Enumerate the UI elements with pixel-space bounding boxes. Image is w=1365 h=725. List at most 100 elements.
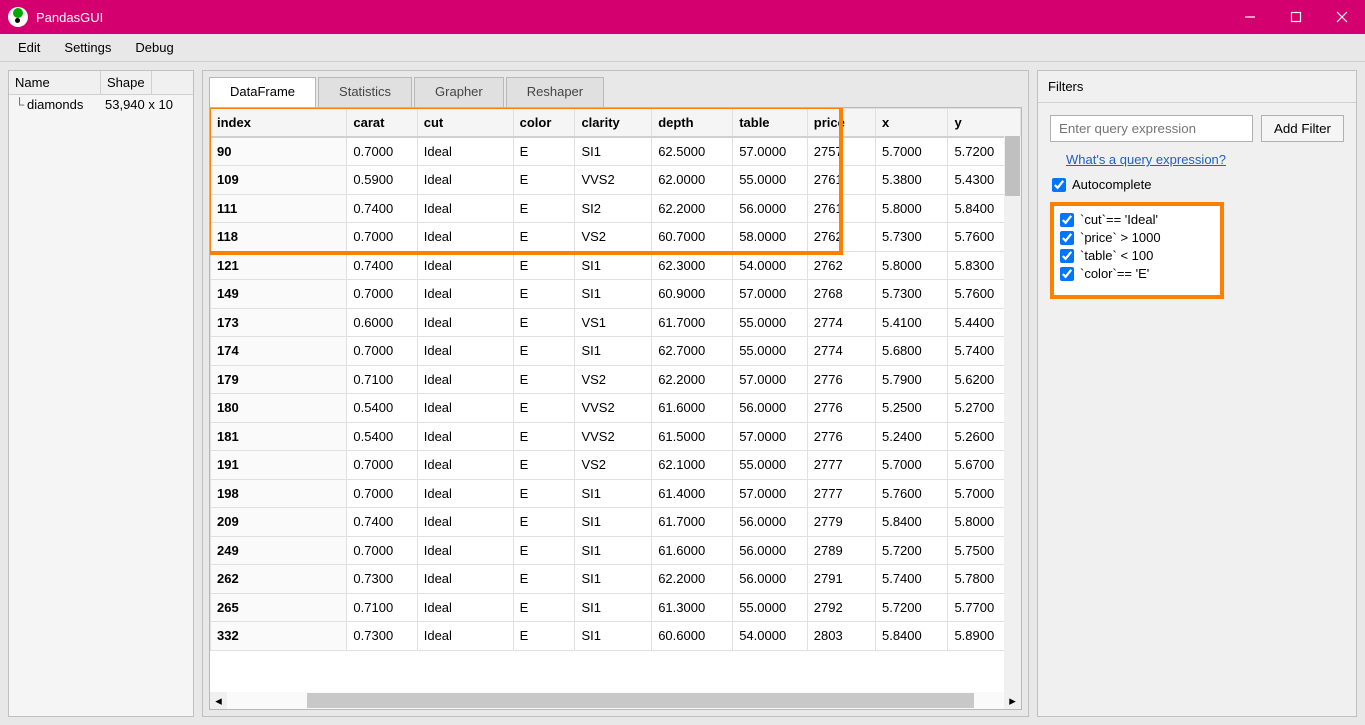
filter-checkbox[interactable] xyxy=(1060,267,1074,281)
cell[interactable]: 54.0000 xyxy=(733,622,808,651)
cell[interactable]: 5.7300 xyxy=(875,223,947,252)
cell[interactable]: E xyxy=(513,422,575,451)
cell[interactable]: 0.7300 xyxy=(347,622,417,651)
cell[interactable]: Ideal xyxy=(417,337,513,366)
cell[interactable]: 0.7300 xyxy=(347,565,417,594)
cell[interactable]: 2768 xyxy=(807,280,875,309)
cell[interactable]: 56.0000 xyxy=(733,565,808,594)
cell[interactable]: 0.7000 xyxy=(347,223,417,252)
cell[interactable]: 61.6000 xyxy=(652,394,733,423)
cell[interactable]: SI1 xyxy=(575,337,652,366)
column-header-color[interactable]: color xyxy=(513,109,575,138)
cell[interactable]: 55.0000 xyxy=(733,337,808,366)
cell[interactable]: 0.5400 xyxy=(347,422,417,451)
cell[interactable]: E xyxy=(513,280,575,309)
cell[interactable]: 2776 xyxy=(807,365,875,394)
add-filter-button[interactable]: Add Filter xyxy=(1261,115,1344,142)
cell[interactable]: E xyxy=(513,251,575,280)
cell[interactable]: 61.4000 xyxy=(652,479,733,508)
cell[interactable]: E xyxy=(513,565,575,594)
cell[interactable]: 54.0000 xyxy=(733,251,808,280)
cell[interactable]: SI2 xyxy=(575,194,652,223)
cell[interactable]: Ideal xyxy=(417,593,513,622)
cell[interactable]: E xyxy=(513,451,575,480)
cell[interactable]: 209 xyxy=(211,508,347,537)
cell[interactable]: Ideal xyxy=(417,365,513,394)
scroll-right-icon[interactable]: ▸ xyxy=(1004,692,1021,709)
menu-edit[interactable]: Edit xyxy=(6,36,52,59)
cell[interactable]: Ideal xyxy=(417,166,513,195)
cell[interactable]: 0.7100 xyxy=(347,365,417,394)
scroll-left-icon[interactable]: ◂ xyxy=(210,692,227,709)
cell[interactable]: SI1 xyxy=(575,536,652,565)
cell[interactable]: 179 xyxy=(211,365,347,394)
table-row[interactable]: 2620.7300IdealESI162.200056.000027915.74… xyxy=(211,565,1021,594)
autocomplete-toggle[interactable]: Autocomplete xyxy=(1050,177,1344,192)
cell[interactable]: 56.0000 xyxy=(733,394,808,423)
autocomplete-checkbox[interactable] xyxy=(1052,178,1066,192)
cell[interactable]: E xyxy=(513,223,575,252)
column-header-price[interactable]: price xyxy=(807,109,875,138)
cell[interactable]: 0.7000 xyxy=(347,536,417,565)
cell[interactable]: Ideal xyxy=(417,394,513,423)
cell[interactable]: 149 xyxy=(211,280,347,309)
cell[interactable]: 5.7400 xyxy=(875,565,947,594)
cell[interactable]: Ideal xyxy=(417,565,513,594)
cell[interactable]: 181 xyxy=(211,422,347,451)
cell[interactable]: 2777 xyxy=(807,451,875,480)
table-row[interactable]: 3320.7300IdealESI160.600054.000028035.84… xyxy=(211,622,1021,651)
cell[interactable]: 5.6800 xyxy=(875,337,947,366)
table-row[interactable]: 1800.5400IdealEVVS261.600056.000027765.2… xyxy=(211,394,1021,423)
cell[interactable]: 2789 xyxy=(807,536,875,565)
cell[interactable]: Ideal xyxy=(417,622,513,651)
cell[interactable]: 262 xyxy=(211,565,347,594)
cell[interactable]: 118 xyxy=(211,223,347,252)
table-row[interactable]: 2090.7400IdealESI161.700056.000027795.84… xyxy=(211,508,1021,537)
cell[interactable]: 57.0000 xyxy=(733,280,808,309)
datagrid-scroll[interactable]: indexcaratcutcolorclaritydepthtableprice… xyxy=(210,108,1021,692)
menu-settings[interactable]: Settings xyxy=(52,36,123,59)
cell[interactable]: 109 xyxy=(211,166,347,195)
cell[interactable]: 0.7400 xyxy=(347,194,417,223)
cell[interactable]: SI1 xyxy=(575,479,652,508)
cell[interactable]: 62.2000 xyxy=(652,194,733,223)
cell[interactable]: 61.6000 xyxy=(652,536,733,565)
cell[interactable]: 5.7000 xyxy=(875,137,947,166)
cell[interactable]: 5.8000 xyxy=(875,251,947,280)
cell[interactable]: 5.7000 xyxy=(875,451,947,480)
cell[interactable]: VS2 xyxy=(575,365,652,394)
table-row[interactable]: 1730.6000IdealEVS161.700055.000027745.41… xyxy=(211,308,1021,337)
filter-checkbox[interactable] xyxy=(1060,249,1074,263)
cell[interactable]: 90 xyxy=(211,137,347,166)
cell[interactable]: 2792 xyxy=(807,593,875,622)
cell[interactable]: E xyxy=(513,622,575,651)
cell[interactable]: 5.8400 xyxy=(875,622,947,651)
cell[interactable]: 61.7000 xyxy=(652,308,733,337)
filter-checkbox[interactable] xyxy=(1060,231,1074,245)
close-button[interactable] xyxy=(1319,0,1365,34)
vertical-scrollbar[interactable] xyxy=(1004,136,1021,675)
cell[interactable]: 62.2000 xyxy=(652,565,733,594)
cell[interactable]: 5.8400 xyxy=(875,508,947,537)
cell[interactable]: 60.6000 xyxy=(652,622,733,651)
tab-grapher[interactable]: Grapher xyxy=(414,77,504,107)
cell[interactable]: 121 xyxy=(211,251,347,280)
minimize-button[interactable] xyxy=(1227,0,1273,34)
table-row[interactable]: 1910.7000IdealEVS262.100055.000027775.70… xyxy=(211,451,1021,480)
cell[interactable]: VVS2 xyxy=(575,394,652,423)
cell[interactable]: 5.3800 xyxy=(875,166,947,195)
cell[interactable]: Ideal xyxy=(417,223,513,252)
column-header-carat[interactable]: carat xyxy=(347,109,417,138)
cell[interactable]: E xyxy=(513,194,575,223)
cell[interactable]: 0.7000 xyxy=(347,451,417,480)
cell[interactable]: 62.2000 xyxy=(652,365,733,394)
horizontal-scrollbar[interactable]: ◂ ▸ xyxy=(210,692,1021,709)
cell[interactable]: 62.1000 xyxy=(652,451,733,480)
table-row[interactable]: 1110.7400IdealESI262.200056.000027615.80… xyxy=(211,194,1021,223)
tab-dataframe[interactable]: DataFrame xyxy=(209,77,316,107)
cell[interactable]: 2777 xyxy=(807,479,875,508)
cell[interactable]: 55.0000 xyxy=(733,166,808,195)
cell[interactable]: SI1 xyxy=(575,251,652,280)
cell[interactable]: E xyxy=(513,308,575,337)
cell[interactable]: 0.6000 xyxy=(347,308,417,337)
